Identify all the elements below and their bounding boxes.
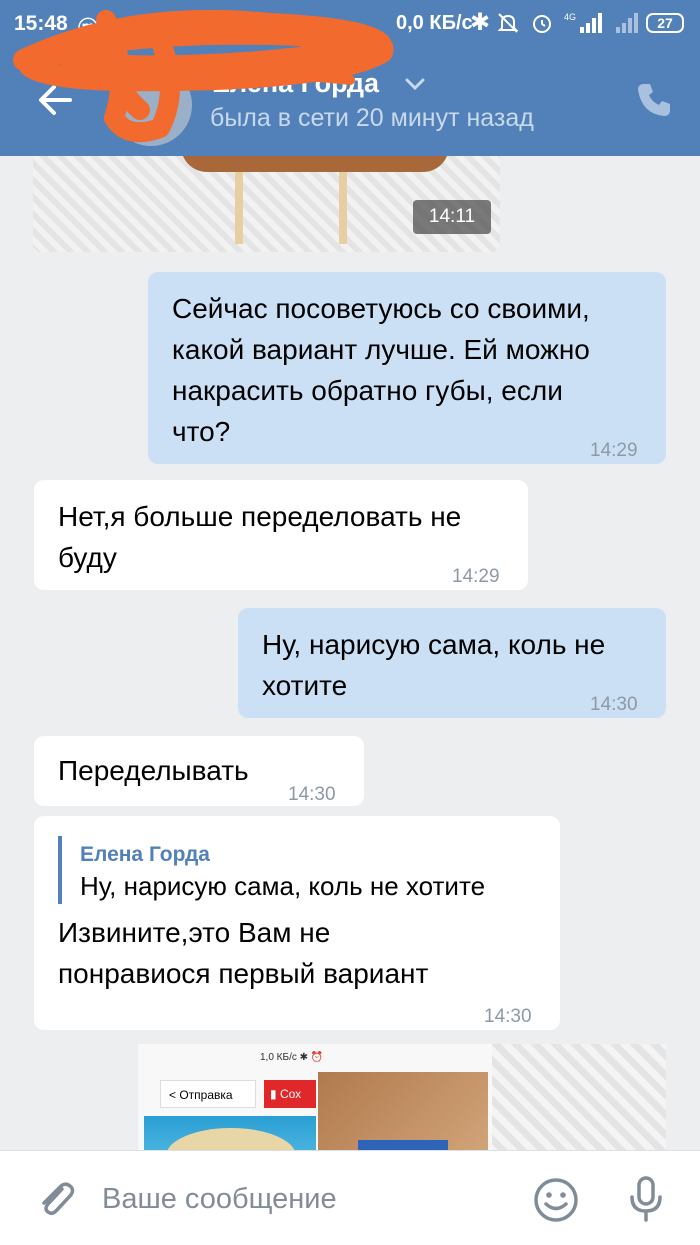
paperclip-icon[interactable] xyxy=(34,1177,78,1221)
mute-icon xyxy=(497,13,519,33)
screenshot-status: 1,0 КБ/с ✱ ⏰ xyxy=(260,1052,324,1063)
reply-quote[interactable]: Ну, нарисую сама, коль не хотите xyxy=(80,866,485,907)
photo-content xyxy=(181,156,449,172)
save-button: ▮ Сох xyxy=(264,1080,316,1108)
network-speed: 0,0 КБ/с xyxy=(396,12,473,34)
alarm-icon xyxy=(533,15,551,33)
photo-stick xyxy=(235,172,243,244)
message-bubble-incoming[interactable]: Нет,я больше переделовать не буду 14:29 xyxy=(34,480,528,590)
message-line: Нет,я больше переделовать не xyxy=(58,501,462,532)
message-line: понравиося первый вариант xyxy=(58,958,429,989)
photo-thumbnail xyxy=(492,1044,666,1150)
photo-ring xyxy=(166,1128,296,1150)
message-line: Извините,это Вам не xyxy=(58,917,331,948)
app-bar: 15:48 ⓜ G 0,0 КБ/с ✱ 4G 27 Елена Горда б… xyxy=(0,0,700,156)
message-time: 14:30 xyxy=(590,694,638,715)
message-time: 14:11 xyxy=(413,200,491,234)
message-line: какой вариант лучше. Ей можно xyxy=(172,334,590,365)
message-composer xyxy=(0,1150,700,1245)
share-label: Отправка xyxy=(179,1088,233,1102)
share-button: < Отправка xyxy=(160,1080,256,1108)
message-time: 14:29 xyxy=(590,440,638,461)
svg-text:4G: 4G xyxy=(564,12,576,22)
message-line: накрасить обратно губы, если xyxy=(172,375,563,406)
message-line: Переделывать xyxy=(58,755,249,786)
signal-2-icon xyxy=(616,13,638,33)
message-line: Ну, нарисую сама, коль не xyxy=(262,629,606,660)
message-line: что? xyxy=(172,416,231,447)
message-bubble-reply[interactable]: Елена Горда Ну, нарисую сама, коль не хо… xyxy=(34,816,560,1030)
message-time: 14:29 xyxy=(452,566,500,587)
reply-bar xyxy=(58,836,62,904)
chevron-down-icon[interactable] xyxy=(404,76,426,92)
phone-icon[interactable] xyxy=(634,80,674,120)
message-line: Сейчас посоветуюсь со своими, xyxy=(172,293,590,324)
message-bubble-incoming[interactable]: Переделывать 14:30 xyxy=(34,736,364,806)
message-bubble-outgoing[interactable]: Ну, нарисую сама, коль не хотите 14:30 xyxy=(238,608,666,718)
microphone-icon[interactable] xyxy=(626,1175,666,1223)
message-line: буду xyxy=(58,542,117,573)
photo-stick xyxy=(339,172,347,244)
photo-detail xyxy=(358,1140,448,1150)
photo-message[interactable]: 14:11 xyxy=(33,156,500,252)
battery-icon: 27 xyxy=(646,13,684,33)
message-line: хотите xyxy=(262,670,348,701)
message-time: 14:30 xyxy=(288,784,336,805)
emoji-icon[interactable] xyxy=(533,1177,579,1223)
bluetooth-icon: ✱ xyxy=(470,9,491,36)
photo-thumbnail xyxy=(318,1072,488,1150)
message-list[interactable]: 14:11 Сейчас посоветуюсь со своими, како… xyxy=(0,156,700,1150)
message-time: 14:30 xyxy=(484,1006,532,1027)
redaction-scribble xyxy=(13,10,394,143)
message-input[interactable] xyxy=(100,1173,524,1225)
photo-thumbnail xyxy=(144,1116,316,1150)
message-bubble-outgoing[interactable]: Сейчас посоветуюсь со своими, какой вари… xyxy=(148,272,666,464)
image-attachment-preview[interactable]: 1,0 КБ/с ✱ ⏰ < Отправка ▮ Сох xyxy=(138,1044,666,1150)
signal-icon: 4G xyxy=(564,12,602,33)
save-label: Сох xyxy=(279,1087,302,1101)
